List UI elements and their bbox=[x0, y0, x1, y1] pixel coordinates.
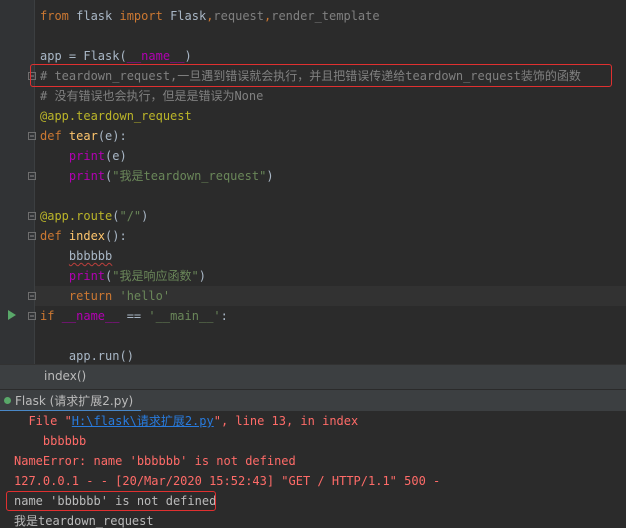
code-token: render_template bbox=[271, 9, 380, 23]
code-line: @app.teardown_request bbox=[40, 106, 192, 126]
code-token: index bbox=[68, 229, 106, 243]
code-token: from bbox=[40, 9, 77, 23]
code-token: ) bbox=[266, 169, 274, 183]
code-token: __name__ bbox=[126, 49, 185, 63]
code-token: @app.teardown_request bbox=[40, 109, 192, 123]
run-icon[interactable] bbox=[8, 310, 16, 320]
code-token: tear bbox=[68, 129, 98, 143]
code-line: app.run() bbox=[40, 346, 134, 364]
code-line: def index(): bbox=[40, 226, 127, 246]
code-token: if bbox=[40, 309, 62, 323]
code-token: @app.route bbox=[40, 209, 113, 223]
console-access-log: 127.0.0.1 - - [20/Mar/2020 15:52:43] "GE… bbox=[14, 474, 441, 488]
fold-icon[interactable] bbox=[28, 132, 36, 140]
run-tab-label: Flask (请求扩展2.py) bbox=[15, 393, 134, 408]
code-line: from flask import Flask,request,render_t… bbox=[40, 6, 380, 26]
fold-icon[interactable] bbox=[28, 292, 36, 300]
code-line: app = Flask(__name__) bbox=[40, 46, 192, 66]
code-token: def bbox=[40, 229, 69, 243]
code-token: ) bbox=[198, 269, 206, 283]
code-token: '__main__' bbox=[148, 309, 221, 323]
breadcrumb[interactable]: index() bbox=[44, 369, 86, 383]
code-line: print(e) bbox=[40, 146, 127, 166]
console-file-link[interactable]: H:\flask\请求扩展2.py bbox=[72, 414, 214, 428]
code-token: request bbox=[213, 9, 264, 23]
code-line: print("我是teardown_request") bbox=[40, 166, 274, 186]
run-tab-flask[interactable]: Flask (请求扩展2.py) bbox=[0, 390, 142, 412]
code-token: "我是响应函数" bbox=[112, 269, 199, 283]
console-file-line: File "H:\flask\请求扩展2.py", line 13, in in… bbox=[14, 411, 358, 431]
code-line: if __name__ == '__main__': bbox=[40, 306, 228, 326]
code-token: import bbox=[119, 9, 171, 23]
console-printed-msg: 我是teardown_request bbox=[14, 514, 154, 528]
code-token: print bbox=[40, 169, 106, 183]
code-token: return bbox=[40, 289, 120, 303]
run-tool-window-header: Flask (请求扩展2.py) bbox=[0, 389, 626, 412]
console-file-prefix: File " bbox=[14, 414, 72, 428]
fold-icon[interactable] bbox=[28, 312, 36, 320]
code-token: app.run() bbox=[40, 349, 134, 363]
code-token: "/" bbox=[119, 209, 142, 223]
run-console[interactable]: File "H:\flask\请求扩展2.py", line 13, in in… bbox=[0, 411, 626, 528]
console-code-line: bbbbbb bbox=[14, 434, 87, 448]
code-editor[interactable]: from flask import Flask,request,render_t… bbox=[0, 0, 626, 364]
editor-gutter[interactable] bbox=[0, 0, 35, 364]
code-line: @app.route("/") bbox=[40, 206, 148, 226]
code-line: def tear(e): bbox=[40, 126, 127, 146]
code-line: print("我是响应函数") bbox=[40, 266, 206, 286]
fold-icon[interactable] bbox=[28, 172, 36, 180]
code-token: print bbox=[40, 149, 106, 163]
fold-icon[interactable] bbox=[28, 232, 36, 240]
code-token: # 没有错误也会执行，但是是错误为None bbox=[40, 89, 264, 103]
breadcrumb-bar: index() bbox=[0, 364, 626, 389]
code-line: # 没有错误也会执行，但是是错误为None bbox=[40, 86, 263, 106]
comment-highlight-box bbox=[30, 64, 612, 87]
code-token: 'hello' bbox=[119, 289, 171, 303]
code-token: __name__ bbox=[61, 309, 120, 323]
code-token: ) bbox=[141, 209, 149, 223]
code-token: (e): bbox=[97, 129, 127, 143]
code-token: (e) bbox=[105, 149, 127, 163]
code-token: bbbbbb bbox=[68, 249, 113, 263]
code-token: def bbox=[40, 129, 69, 143]
printed-error-highlight-box bbox=[6, 491, 216, 511]
code-line: return 'hello' bbox=[40, 286, 170, 306]
code-token: "我是teardown_request" bbox=[112, 169, 267, 183]
code-token: Flask bbox=[170, 9, 207, 23]
python-run-icon bbox=[4, 396, 11, 404]
code-token: ) bbox=[184, 49, 192, 63]
console-file-suffix: ", line 13, in index bbox=[213, 414, 359, 428]
code-token: flask bbox=[76, 9, 120, 23]
code-token: (): bbox=[105, 229, 127, 243]
fold-icon[interactable] bbox=[28, 212, 36, 220]
code-token: app = Flask( bbox=[40, 49, 127, 63]
console-name-error: NameError: name 'bbbbbb' is not defined bbox=[14, 454, 296, 468]
code-token: print bbox=[40, 269, 106, 283]
code-line: bbbbbb bbox=[40, 246, 112, 266]
code-token: == bbox=[119, 309, 149, 323]
code-token: : bbox=[220, 309, 228, 323]
